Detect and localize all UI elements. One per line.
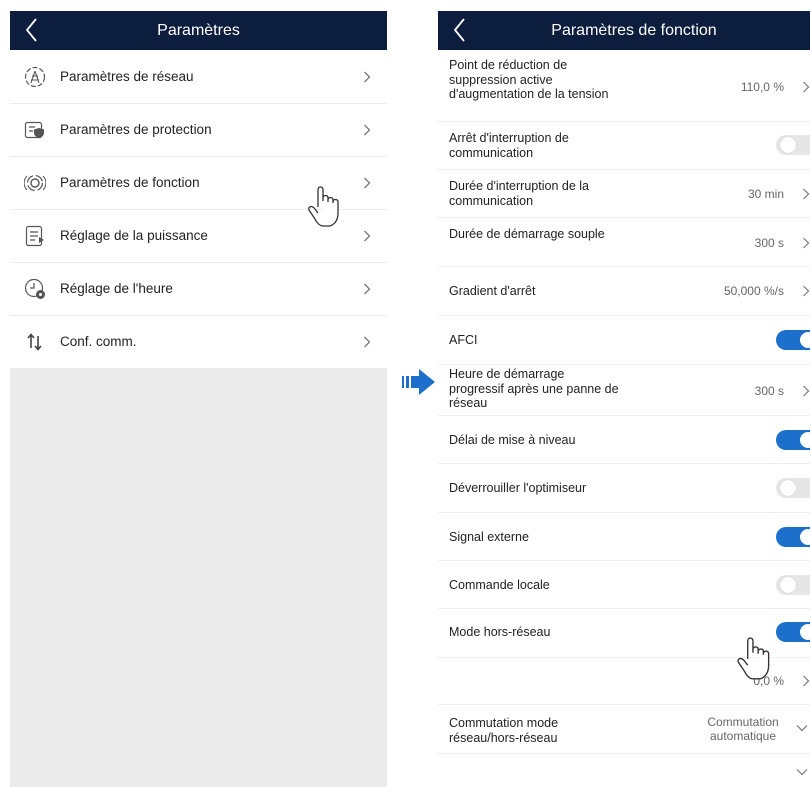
setting-value: 50,000 %/s (723, 284, 784, 298)
menu-item-label: Paramètres de réseau (60, 69, 194, 84)
chevron-right-icon (803, 675, 810, 687)
chevron-right-icon (803, 237, 810, 249)
menu-item-network[interactable]: Paramètres de réseau (10, 51, 387, 104)
toggle-knob (800, 332, 810, 348)
clock-icon (24, 278, 45, 299)
setting-label: Durée d'interruption de la communication (449, 179, 589, 208)
setting-row[interactable]: Gradient d'arrêt 50,000 %/s (438, 267, 810, 316)
toggle-knob (780, 577, 796, 593)
menu-item-label: Paramètres de protection (60, 122, 212, 137)
settings-panel: Paramètres Paramètres de réseau Paramètr… (10, 11, 387, 787)
empty-area (10, 368, 387, 787)
setting-label: Signal externe (449, 530, 529, 544)
setting-row: Commande locale (438, 561, 810, 609)
setting-label: Commande locale (449, 578, 550, 592)
chevron-right-icon (803, 188, 810, 200)
chevron-down-icon (796, 769, 808, 776)
toggle-knob (800, 624, 810, 640)
chevron-right-icon (364, 124, 371, 136)
header-bar: Paramètres (10, 11, 387, 50)
toggle-switch[interactable] (776, 430, 810, 450)
chevron-right-icon (803, 81, 810, 93)
setting-row: Arrêt d'interruption de communication (438, 122, 810, 170)
page-title: Paramètres de fonction (551, 22, 717, 39)
network-icon (24, 66, 46, 88)
setting-row: Signal externe (438, 513, 810, 561)
menu-item-protection[interactable]: Paramètres de protection (10, 104, 387, 157)
setting-value: 30 min (747, 187, 784, 201)
setting-value: 110,0 % (740, 80, 784, 94)
function-icon (24, 174, 46, 192)
toggle-knob (800, 529, 810, 545)
toggle-knob (800, 432, 810, 448)
menu-item-comm[interactable]: Conf. comm. (10, 316, 387, 368)
toggle-knob (780, 137, 796, 153)
toggle-switch[interactable] (776, 330, 810, 350)
chevron-right-icon (803, 385, 810, 397)
setting-label: Heure de démarrage progressif après une … (449, 367, 619, 410)
menu-item-time[interactable]: Réglage de l'heure (10, 263, 387, 316)
setting-label: Déverrouiller l'optimiseur (449, 481, 587, 495)
chevron-right-icon (803, 285, 810, 297)
chevron-right-icon (364, 230, 371, 242)
comm-icon (27, 333, 42, 351)
arrow-right-icon (402, 369, 435, 395)
toggle-switch[interactable] (776, 622, 810, 642)
setting-label: Commutation mode réseau/hors-réseau (449, 716, 559, 745)
setting-row[interactable]: Durée de démarrage souple 300 s (438, 218, 810, 267)
power-icon (25, 225, 44, 247)
hand-pointer-icon (308, 186, 339, 227)
setting-label: Durée de démarrage souple (449, 227, 605, 241)
menu-item-label: Conf. comm. (60, 334, 137, 349)
protection-icon (24, 121, 44, 139)
toggle-switch[interactable] (776, 575, 810, 595)
setting-label: Point de réduction de suppression active… (449, 58, 609, 101)
setting-row: AFCI (438, 316, 810, 365)
setting-label: Délai de mise à niveau (449, 433, 576, 447)
setting-row[interactable]: Durée d'interruption de la communication… (438, 170, 810, 218)
setting-row: Délai de mise à niveau (438, 416, 810, 464)
toggle-switch[interactable] (776, 135, 810, 155)
setting-row[interactable]: Point de réduction de suppression active… (438, 51, 810, 122)
setting-row[interactable]: Heure de démarrage progressif après une … (438, 365, 810, 416)
setting-value: 300 s (754, 384, 784, 398)
menu-item-label: Réglage de la puissance (60, 228, 208, 243)
setting-value: 300 s (754, 236, 784, 250)
setting-row[interactable] (438, 754, 810, 787)
chevron-down-icon (796, 725, 808, 732)
setting-row: Déverrouiller l'optimiseur (438, 464, 810, 513)
toggle-knob (780, 480, 796, 496)
chevron-right-icon (364, 71, 371, 83)
setting-label: Mode hors-réseau (449, 625, 551, 639)
hand-pointer-icon (737, 637, 770, 680)
setting-row[interactable]: Commutation mode réseau/hors-réseau Comm… (438, 705, 810, 754)
chevron-right-icon (364, 336, 371, 348)
setting-label: AFCI (449, 333, 478, 347)
page-title: Paramètres (157, 22, 240, 39)
setting-value: Commutation automatique (707, 715, 779, 743)
menu-item-label: Paramètres de fonction (60, 175, 200, 190)
chevron-right-icon (364, 283, 371, 295)
chevron-right-icon (364, 177, 371, 189)
setting-label: Gradient d'arrêt (449, 284, 536, 298)
toggle-switch[interactable] (776, 527, 810, 547)
toggle-switch[interactable] (776, 478, 810, 498)
setting-label: Arrêt d'interruption de communication (449, 131, 569, 160)
header-bar: Paramètres de fonction (438, 11, 810, 50)
menu-item-label: Réglage de l'heure (60, 281, 173, 296)
